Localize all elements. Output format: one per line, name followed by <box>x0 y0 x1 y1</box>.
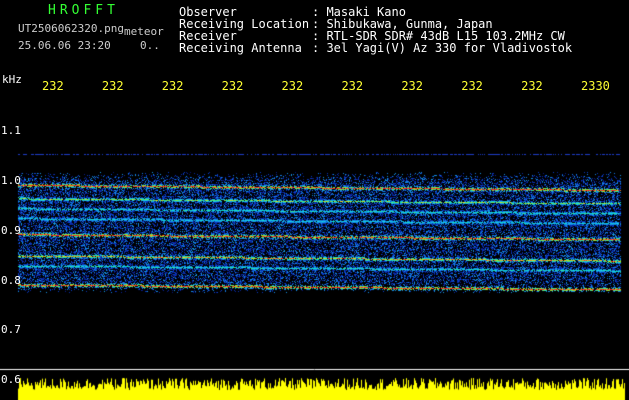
datetime-label: 25.06.06 23:20 <box>18 39 111 52</box>
filename-label: UT2506062320.png <box>18 22 124 35</box>
x-tick-label: 232 <box>101 79 124 93</box>
x-tick-label: 232 <box>281 79 304 93</box>
hrofft-window: HROFFT UT2506062320.png meteor 25.06.06 … <box>0 0 629 400</box>
x-tick-label: 232 <box>42 79 64 93</box>
y-tick-label: 0.9 <box>1 223 21 237</box>
x-tick-label: 232 <box>341 79 364 93</box>
x-tick-label: 232 <box>221 79 244 93</box>
extra-label: 0.. <box>140 39 160 52</box>
y-tick-label: 0.7 <box>1 323 21 337</box>
x-tick-label: 2330 <box>581 79 610 93</box>
y-tick-label: 1.1 <box>1 124 21 138</box>
x-tick-label: 232 <box>161 79 184 93</box>
y-tick-label: 1.0 <box>1 174 21 187</box>
antenna-value: : 3el Yagi(V) Az 330 for Vladivostok <box>312 41 573 55</box>
y-tick-label: 0.8 <box>1 273 21 287</box>
y-tick-label: 0.6 <box>1 373 21 386</box>
spectrogram-canvas <box>0 0 629 400</box>
x-tick-label: 232 <box>521 79 543 93</box>
mode-label: meteor <box>124 25 164 38</box>
y-axis-unit-label: kHz <box>2 73 22 86</box>
brand-logo: HROFFT <box>48 3 119 18</box>
antenna-label: Receiving Antenna <box>179 41 302 55</box>
x-tick-label: 232 <box>401 79 424 93</box>
x-tick-label: 232 <box>461 79 483 93</box>
